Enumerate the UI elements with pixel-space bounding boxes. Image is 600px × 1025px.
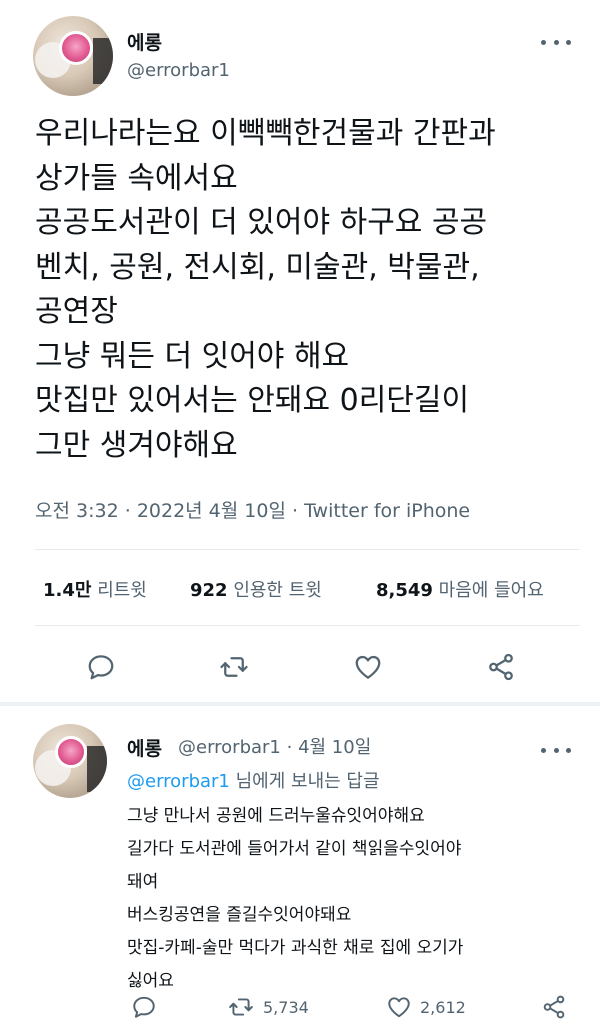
tweet-date[interactable]: 2022년 4월 10일 — [137, 500, 286, 522]
thread-separator — [0, 702, 600, 706]
main-tweet: 에롱 @errorbar1 우리나라는요 이빽빽한건물과 간판과 상가들 속에서… — [0, 0, 600, 702]
retweets-count: 1.4만 — [43, 580, 92, 601]
reply-date[interactable]: 4월 10일 — [298, 737, 371, 758]
tweet-text-line: 공공도서관이 더 있어야 하구요 공공 — [35, 205, 488, 240]
replying-to-label: 님에게 보내는 답글 — [235, 771, 380, 792]
tweet-text-line: 공연장 — [35, 294, 118, 329]
likes-label: 마음에 들어요 — [438, 580, 544, 601]
reply-text-line: 버스킹공연을 즐길수잇어야돼요 — [127, 905, 352, 925]
retweet-icon[interactable] — [219, 652, 249, 682]
reply-icon[interactable] — [86, 652, 116, 682]
share-icon[interactable] — [486, 652, 516, 682]
divider — [35, 625, 580, 626]
tweet-text-line: 상가들 속에서요 — [35, 160, 238, 196]
display-name[interactable]: 에롱 — [127, 28, 162, 55]
reply-text-line: 그냥 만나서 공원에 드러누울슈잇어야해요 — [127, 806, 425, 826]
tweet-meta: 오전 3:32 · 2022년 4월 10일 · Twitter for iPh… — [35, 496, 470, 523]
more-horizontal-icon[interactable] — [541, 740, 571, 760]
tweet-text-line: 그만 생겨야해요 — [35, 427, 238, 463]
likes-stat[interactable]: 8,549 마음에 들어요 — [376, 576, 544, 602]
tweet-text-line: 맛집만 있어서는 안돼요 0리단길이 — [35, 383, 470, 418]
meta-separator: · — [124, 500, 137, 522]
mention-link[interactable]: @errorbar1 — [127, 771, 230, 792]
like-count: 2,612 — [420, 998, 466, 1017]
retweets-stat[interactable]: 1.4만 리트윗 — [43, 576, 147, 602]
tweet-text-line: 우리나라는요 이빽빽한건물과 간판과 — [35, 116, 496, 151]
divider — [35, 549, 580, 550]
tweet-text-line: 그냥 뭐든 더 잇어야 해요 — [35, 338, 350, 374]
avatar[interactable] — [33, 724, 107, 798]
tweet-source[interactable]: Twitter for iPhone — [304, 500, 470, 522]
reply-text-line: 싫어요 — [127, 971, 174, 991]
reply-text-line: 길가다 도서관에 들어가서 같이 책읽을수잇어야 — [127, 839, 462, 859]
reply-handle[interactable]: @errorbar1 — [178, 737, 281, 758]
reply-text: 그냥 만나서 공원에 드러누울슈잇어야해요 길가다 도서관에 들어가서 같이 책… — [127, 800, 577, 998]
reply-icon[interactable] — [131, 994, 157, 1020]
retweet-count: 5,734 — [263, 998, 309, 1017]
quotes-count: 922 — [190, 580, 228, 601]
more-horizontal-icon[interactable] — [541, 32, 571, 52]
retweets-label: 리트윗 — [97, 580, 147, 601]
reply-display-name[interactable]: 에롱 — [127, 734, 162, 761]
meta-separator: · — [286, 737, 299, 758]
tweet-text: 우리나라는요 이빽빽한건물과 간판과 상가들 속에서요 공공도서관이 더 있어야… — [35, 112, 575, 468]
tweet-text-line: 벤치, 공원, 전시회, 미술관, 박물관, — [35, 249, 480, 285]
share-icon[interactable] — [541, 994, 567, 1020]
handle[interactable]: @errorbar1 — [127, 60, 230, 81]
reply-text-line: 돼여 — [127, 872, 159, 892]
likes-count: 8,549 — [376, 580, 433, 601]
tweet-time[interactable]: 오전 3:32 — [35, 500, 119, 522]
replying-to: @errorbar1 님에게 보내는 답글 — [127, 767, 380, 793]
reply-text-line: 맛집-카페-술만 먹다가 과식한 채로 집에 오기가 — [127, 938, 464, 958]
retweet-icon[interactable] — [228, 994, 254, 1020]
meta-separator: · — [292, 500, 305, 522]
quotes-stat[interactable]: 922 인용한 트윗 — [190, 576, 322, 602]
heart-icon[interactable] — [386, 994, 412, 1020]
avatar[interactable] — [33, 16, 113, 96]
heart-icon[interactable] — [353, 652, 383, 682]
quotes-label: 인용한 트윗 — [233, 580, 322, 601]
reply-handle-date: @errorbar1 · 4월 10일 — [178, 733, 371, 759]
